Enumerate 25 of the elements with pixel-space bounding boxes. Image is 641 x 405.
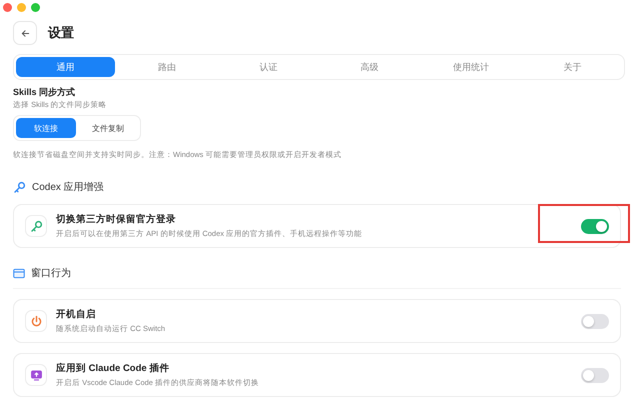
section-title: 窗口行为 <box>31 266 71 280</box>
setting-title: 开机自启 <box>56 308 97 321</box>
tab[interactable]: 关于 <box>522 57 622 77</box>
section-heading: Skills 同步方式 <box>13 87 76 97</box>
tab[interactable]: 路由 <box>117 57 217 77</box>
window-icon <box>13 268 25 278</box>
segment-option[interactable]: 文件复制 <box>78 118 138 138</box>
key-icon <box>13 180 26 194</box>
back-arrow-icon <box>20 28 30 38</box>
close-button[interactable] <box>3 3 12 12</box>
setting-title: 切换第三方时保留官方登录 <box>56 213 177 226</box>
segment-option[interactable]: 软连接 <box>16 118 76 138</box>
setting-title: 应用到 Claude Code 插件 <box>56 362 170 375</box>
tab[interactable]: 通用 <box>16 57 116 77</box>
toggle-switch[interactable] <box>581 368 609 382</box>
back-button[interactable] <box>13 21 37 45</box>
section-title: Codex 应用增强 <box>32 180 104 194</box>
tab[interactable]: 高级 <box>320 57 420 77</box>
tab[interactable]: 使用统计 <box>421 57 521 77</box>
window-title: 设置 <box>48 24 74 42</box>
tab[interactable]: 认证 <box>218 57 318 77</box>
zoom-button[interactable] <box>31 3 40 12</box>
minimize-button[interactable] <box>17 3 26 12</box>
toggle-switch[interactable] <box>581 314 609 328</box>
toggle-switch[interactable] <box>581 218 609 234</box>
